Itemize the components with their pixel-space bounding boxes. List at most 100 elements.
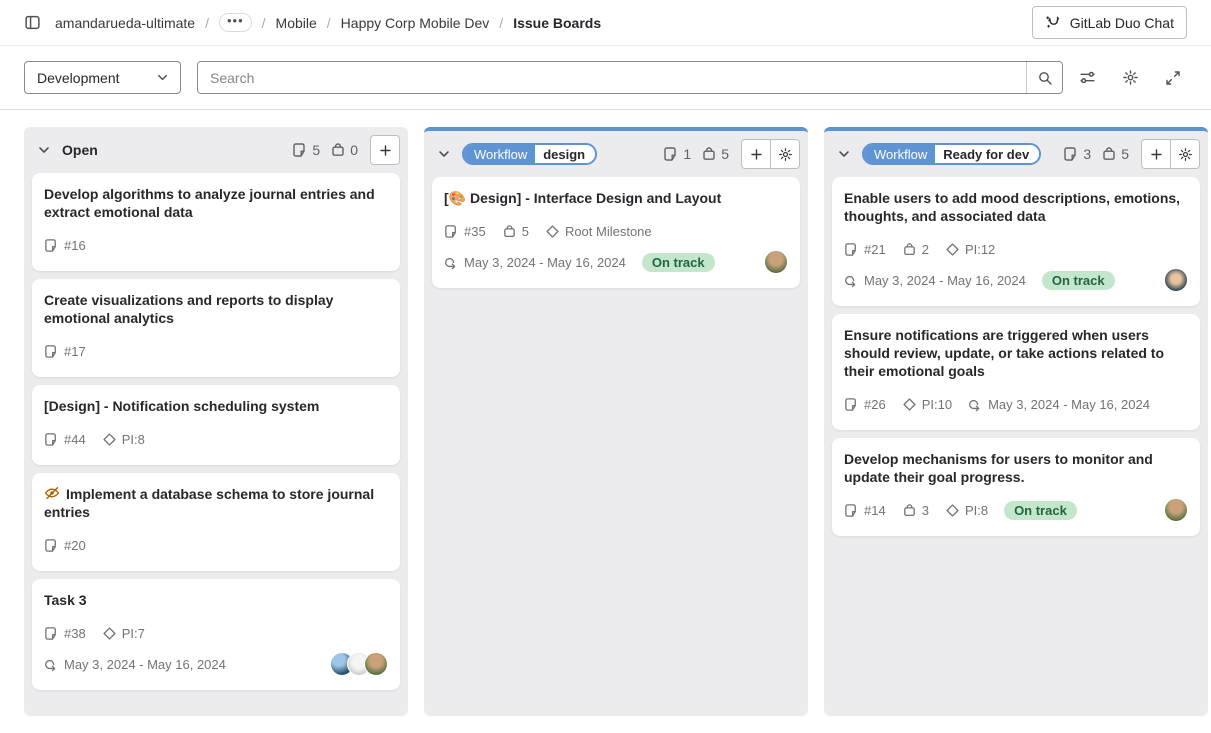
issue-title[interactable]: Enable users to add mood descriptions, e…: [844, 189, 1188, 225]
avatar[interactable]: [1164, 498, 1188, 522]
issue-card[interactable]: Enable users to add mood descriptions, e…: [832, 177, 1200, 306]
add-issue-button[interactable]: [370, 135, 400, 165]
list-settings-button[interactable]: [1170, 139, 1200, 169]
issue-card[interactable]: Develop algorithms to analyze journal en…: [32, 173, 400, 271]
issue-icon: [44, 344, 59, 359]
card-list: [🎨 Design] - Interface Design and Layout…: [424, 177, 808, 296]
board-column-workflow-ready-for-dev: Workflow Ready for dev 3 5 Enable users …: [824, 127, 1208, 716]
board-config-button[interactable]: [1122, 69, 1139, 86]
add-issue-button[interactable]: [741, 139, 771, 169]
issue-icon: [1063, 146, 1079, 162]
board-options-button[interactable]: [1079, 69, 1096, 86]
issue-card[interactable]: Ensure notifications are triggered when …: [832, 314, 1200, 430]
issue-reference: #14: [844, 503, 886, 518]
label-scope: Workflow: [864, 145, 935, 163]
search-input[interactable]: [198, 62, 1026, 93]
health-status-badge: On track: [642, 253, 715, 272]
weight-icon: [1101, 146, 1117, 162]
card-list: Develop algorithms to analyze journal en…: [24, 173, 408, 698]
gear-icon: [1178, 147, 1193, 162]
label-scope: Workflow: [464, 145, 535, 163]
issue-icon: [44, 626, 59, 641]
add-issue-button[interactable]: [1141, 139, 1171, 169]
chevron-down-icon: [36, 142, 52, 158]
avatar[interactable]: [1164, 268, 1188, 292]
label-value: design: [535, 145, 595, 163]
list-settings-button[interactable]: [770, 139, 800, 169]
milestone-icon: [945, 242, 960, 257]
issue-reference: #35: [444, 224, 486, 239]
issue-reference: #26: [844, 397, 886, 412]
issue-card[interactable]: Create visualizations and reports to dis…: [32, 279, 400, 377]
milestone-chip: PI:8: [102, 432, 145, 447]
scoped-label[interactable]: Workflow design: [462, 143, 597, 165]
scoped-label[interactable]: Workflow Ready for dev: [862, 143, 1041, 165]
collapse-column-button[interactable]: [836, 146, 852, 162]
breadcrumb-ellipsis-button[interactable]: •••: [219, 13, 252, 32]
breadcrumb-separator: /: [327, 15, 331, 31]
issue-reference: #21: [844, 242, 886, 257]
issue-card[interactable]: Implement a database schema to store jou…: [32, 473, 400, 571]
weight-count: 5: [1101, 146, 1129, 162]
milestone-icon: [945, 503, 960, 518]
issue-icon: [444, 224, 459, 239]
collapse-column-button[interactable]: [436, 146, 452, 162]
health-status-badge: On track: [1004, 501, 1077, 520]
issue-title[interactable]: Develop mechanisms for users to monitor …: [844, 450, 1188, 486]
gear-icon: [1122, 69, 1139, 86]
search-button[interactable]: [1026, 62, 1062, 93]
avatar[interactable]: [764, 250, 788, 274]
duo-chat-icon: [1045, 14, 1062, 31]
issue-card[interactable]: [Design] - Notification scheduling syste…: [32, 385, 400, 465]
issue-icon: [844, 397, 859, 412]
avatar[interactable]: [364, 652, 388, 676]
iteration-icon: [44, 657, 59, 672]
weight-count: 0: [330, 142, 358, 158]
issue-icon: [844, 503, 859, 518]
breadcrumb-separator: /: [205, 15, 209, 31]
weight-chip: 2: [902, 242, 929, 257]
issue-title[interactable]: Develop algorithms to analyze journal en…: [44, 185, 388, 221]
issue-reference: #16: [44, 238, 86, 253]
issue-board: Open 5 0 Develop algorithms to analyze j…: [0, 110, 1211, 733]
sidebar-toggle-icon[interactable]: [24, 14, 41, 31]
milestone-chip: PI:8: [945, 503, 988, 518]
board-toolbar: Development: [0, 46, 1211, 110]
issue-card[interactable]: Task 3 #38 PI:7 May 3, 2024 - May 16, 20…: [32, 579, 400, 690]
duo-chat-label: GitLab Duo Chat: [1070, 15, 1174, 31]
issue-title[interactable]: [🎨 Design] - Interface Design and Layout: [444, 189, 788, 207]
collapse-column-button[interactable]: [36, 142, 52, 158]
issue-title[interactable]: [Design] - Notification scheduling syste…: [44, 397, 388, 415]
milestone-chip: PI:7: [102, 626, 145, 641]
breadcrumb: amandarueda-ultimate / ••• / Mobile / Ha…: [55, 13, 601, 32]
duo-chat-button[interactable]: GitLab Duo Chat: [1032, 6, 1187, 39]
board-column-open: Open 5 0 Develop algorithms to analyze j…: [24, 127, 408, 716]
issue-title[interactable]: Create visualizations and reports to dis…: [44, 291, 388, 327]
plus-icon: [378, 143, 393, 158]
breadcrumb-item-current: Issue Boards: [513, 15, 601, 31]
card-list: Enable users to add mood descriptions, e…: [824, 177, 1208, 544]
column-header: Workflow design 1 5: [424, 131, 808, 177]
board-switcher-dropdown[interactable]: Development: [24, 61, 181, 94]
issue-card[interactable]: [🎨 Design] - Interface Design and Layout…: [432, 177, 800, 288]
weight-icon: [902, 503, 917, 518]
issue-title[interactable]: Ensure notifications are triggered when …: [844, 326, 1188, 380]
health-status-badge: On track: [1042, 271, 1115, 290]
search-icon: [1037, 70, 1053, 86]
issue-icon: [663, 146, 679, 162]
iteration-dates: May 3, 2024 - May 16, 2024: [44, 657, 226, 672]
breadcrumb-item-subgroup[interactable]: Mobile: [276, 15, 317, 31]
chevron-down-icon: [836, 146, 852, 162]
iteration-icon: [844, 273, 859, 288]
issue-card[interactable]: Develop mechanisms for users to monitor …: [832, 438, 1200, 536]
issue-icon: [844, 242, 859, 257]
weight-icon: [902, 242, 917, 257]
assignee-avatars: [1164, 498, 1188, 522]
search-bar: [197, 61, 1063, 94]
issue-title[interactable]: Implement a database schema to store jou…: [44, 485, 388, 521]
issue-title[interactable]: Task 3: [44, 591, 388, 609]
fullscreen-button[interactable]: [1165, 70, 1181, 86]
breadcrumb-item-group[interactable]: amandarueda-ultimate: [55, 15, 195, 31]
assignee-avatars: [764, 250, 788, 274]
breadcrumb-item-project[interactable]: Happy Corp Mobile Dev: [341, 15, 490, 31]
